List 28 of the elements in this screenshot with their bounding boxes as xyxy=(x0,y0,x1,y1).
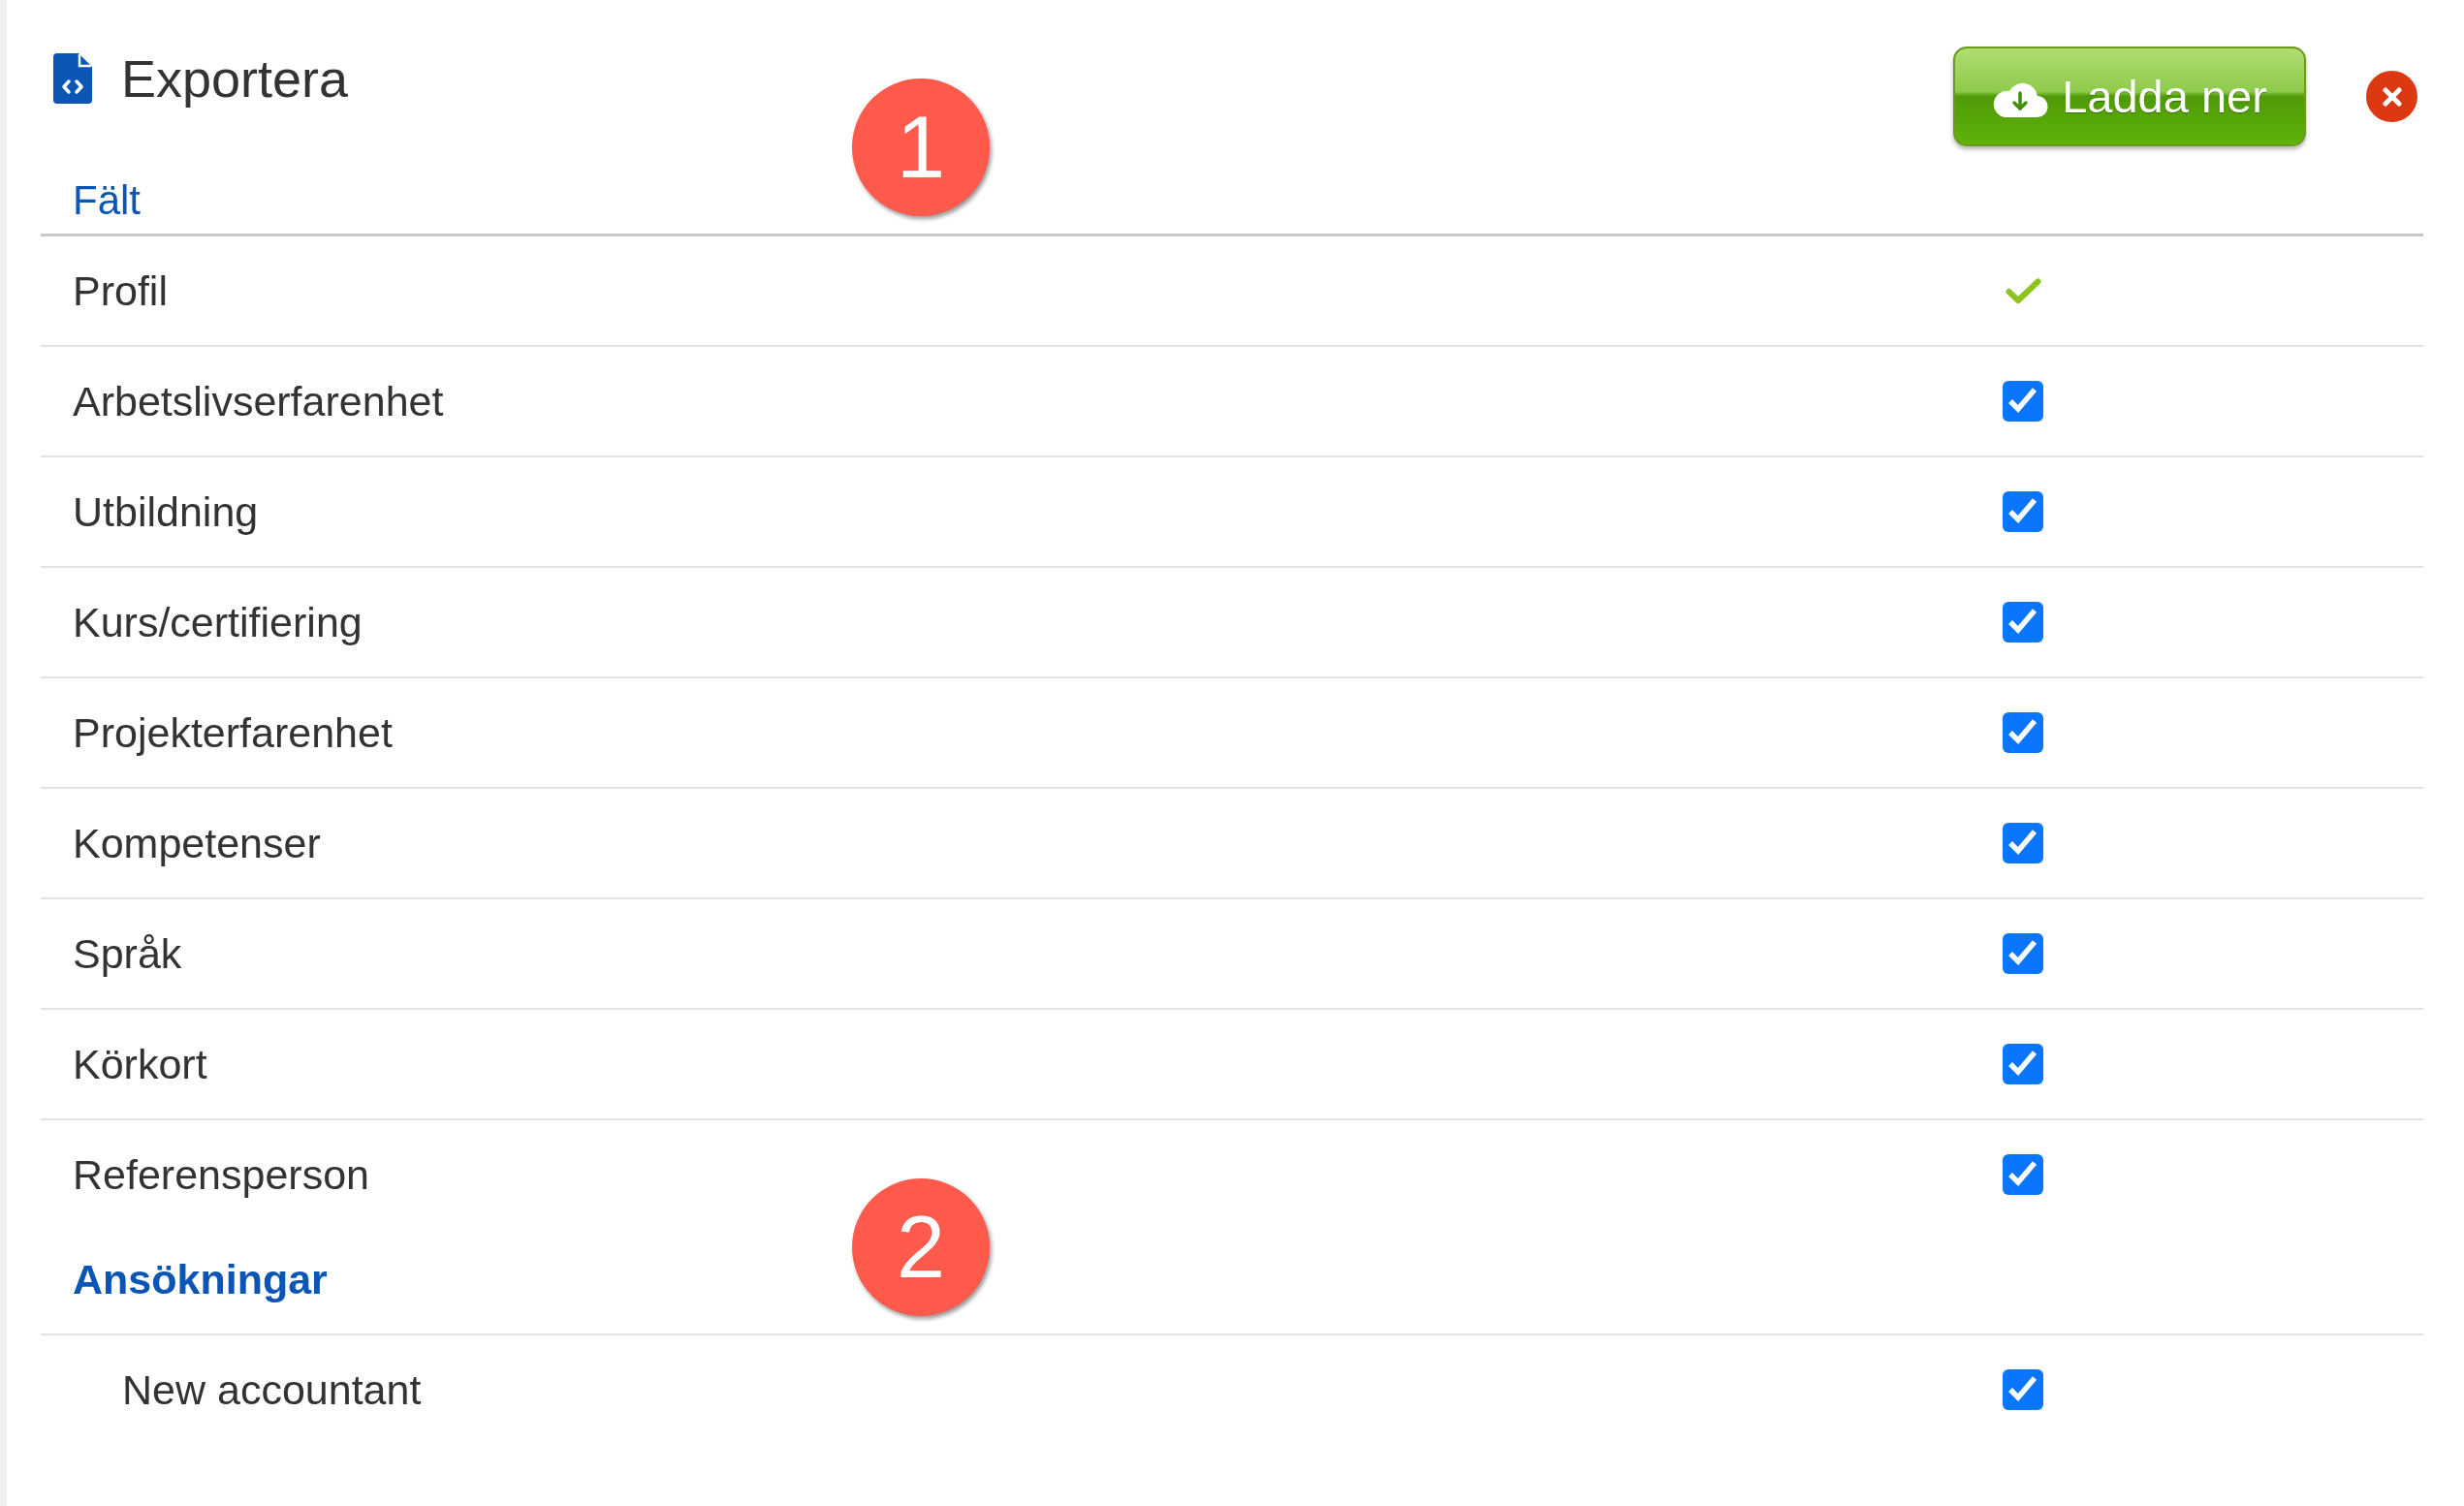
field-label: Arbetslivserfarenhet xyxy=(73,377,444,425)
group-heading: Ansökningar xyxy=(73,1255,328,1303)
checkbox[interactable] xyxy=(2003,602,2043,643)
checkbox[interactable] xyxy=(2003,381,2043,422)
checkbox[interactable] xyxy=(2003,1154,2043,1195)
checkbox[interactable] xyxy=(2003,1044,2043,1084)
checkbox[interactable] xyxy=(2003,712,2043,753)
checkbox[interactable] xyxy=(2003,933,2043,974)
field-label: Körkort xyxy=(73,1040,207,1088)
checkbox[interactable] xyxy=(2003,823,2043,863)
annotation-marker: 2 xyxy=(852,1178,990,1316)
annotation-marker: 1 xyxy=(852,78,990,216)
field-label: Utbildning xyxy=(73,487,259,536)
field-label: Referensperson xyxy=(73,1150,369,1199)
field-label: New accountant xyxy=(122,1365,422,1414)
field-label: Projekterfarenhet xyxy=(73,708,393,757)
download-button[interactable]: Ladda ner xyxy=(1953,47,2306,146)
dialog-title: Exportera xyxy=(121,48,349,110)
checkbox[interactable] xyxy=(2003,491,2043,532)
checkbox[interactable] xyxy=(2003,1369,2043,1410)
column-header: Fält xyxy=(73,176,141,225)
field-label: Kurs/certifiering xyxy=(73,598,363,646)
field-label: Kompetenser xyxy=(73,819,321,867)
field-label: Profil xyxy=(73,267,168,315)
close-button[interactable] xyxy=(2366,71,2417,122)
field-label: Språk xyxy=(73,929,182,978)
close-icon xyxy=(2382,86,2402,107)
code-file-icon xyxy=(53,53,92,104)
